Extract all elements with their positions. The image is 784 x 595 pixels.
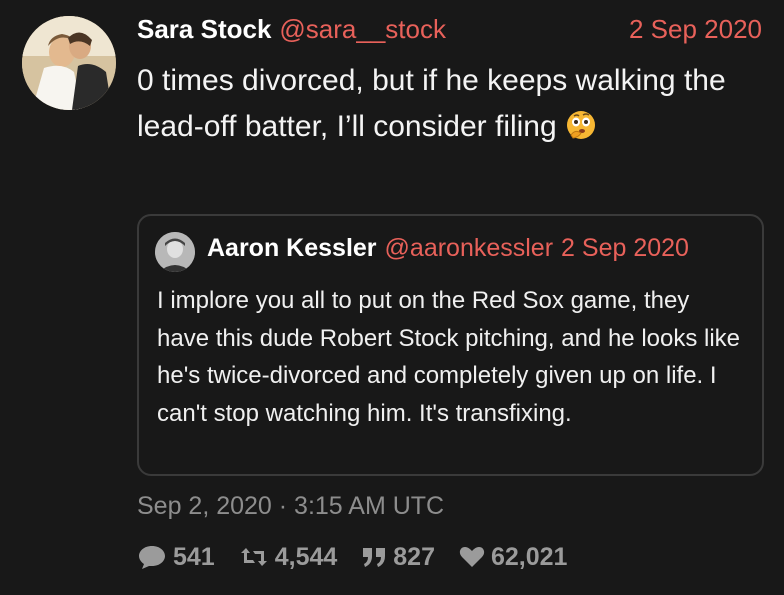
- reply-stat[interactable]: 541: [137, 543, 215, 572]
- quoted-tweet-header: Aaron Kessler @aaronkessler 2 Sep 2020: [207, 234, 689, 263]
- like-count: 62,021: [491, 542, 568, 571]
- comment-icon: [139, 546, 165, 569]
- thinking-face-emoji-icon: [565, 109, 597, 141]
- retweet-stat[interactable]: 4,544: [239, 542, 338, 572]
- tweet-timestamp[interactable]: Sep 2, 2020 · 3:15 AM UTC: [137, 492, 444, 521]
- author-name[interactable]: Sara Stock: [137, 14, 271, 44]
- tweet-date[interactable]: 2 Sep 2020: [629, 14, 762, 45]
- quoted-author-avatar[interactable]: [155, 232, 195, 272]
- quote-stat[interactable]: 827: [361, 543, 435, 572]
- tweet-body: 0 times divorced, but if he keeps walkin…: [137, 64, 726, 143]
- quoted-author-name[interactable]: Aaron Kessler: [207, 234, 377, 262]
- author-handle[interactable]: @sara__stock: [279, 14, 446, 44]
- retweet-count: 4,544: [274, 542, 338, 571]
- tweet-stats: 541 4,544 827 62,021: [137, 540, 591, 574]
- quoted-author-handle[interactable]: @aaronkessler: [385, 234, 554, 262]
- quoted-tweet-date[interactable]: 2 Sep 2020: [561, 234, 689, 262]
- heart-icon: [459, 547, 485, 567]
- quote-count: 827: [393, 542, 435, 571]
- quoted-tweet[interactable]: Aaron Kessler @aaronkessler 2 Sep 2020 I i…: [137, 214, 764, 476]
- retweet-icon: [240, 548, 267, 566]
- author-avatar[interactable]: [22, 16, 116, 110]
- quote-icon: [363, 548, 386, 567]
- tweet-header: Sara Stock @sara__stock 2 Sep 2020: [137, 14, 762, 46]
- like-stat[interactable]: 62,021: [459, 543, 567, 572]
- quoted-tweet-text: I implore you all to put on the Red Sox …: [157, 287, 741, 427]
- reply-count: 541: [173, 542, 215, 571]
- tweet-text: 0 times divorced, but if he keeps walkin…: [137, 58, 767, 150]
